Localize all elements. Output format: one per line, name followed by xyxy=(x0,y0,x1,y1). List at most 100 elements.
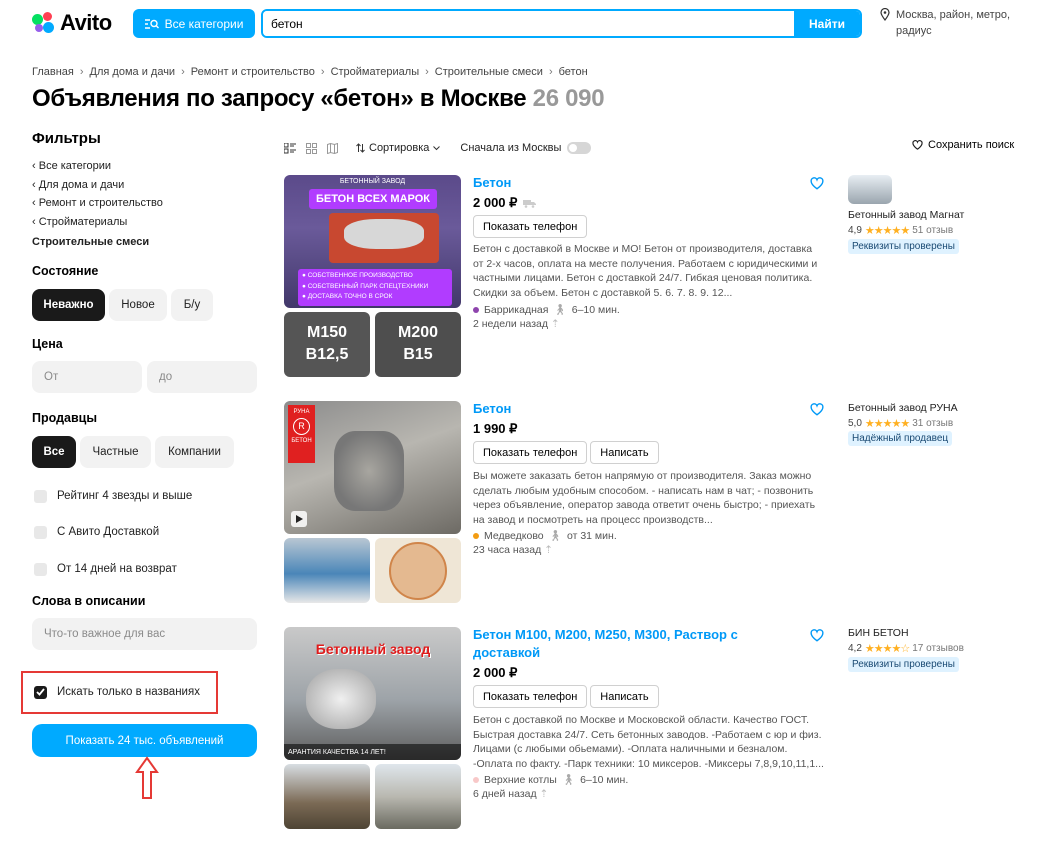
runa-logo: РУНА R БЕТОН xyxy=(288,405,315,463)
category-link-label: Для дома и дачи xyxy=(38,178,125,191)
mixer-drum-shape xyxy=(306,669,376,729)
grid-view-icon[interactable] xyxy=(306,142,317,154)
location-pin-icon xyxy=(880,8,890,21)
results-toolbar: Сортировка Сначала из Москвы xyxy=(284,138,592,158)
show-phone-button[interactable]: Показать телефон xyxy=(473,441,588,464)
listing-price: 1 990 ₽ xyxy=(473,421,518,436)
delivery-filter-checkbox[interactable]: С Авито Доставкой xyxy=(34,523,159,541)
breadcrumb-separator: › xyxy=(320,66,325,78)
category-link[interactable]: ‹ Все категории xyxy=(32,157,258,176)
listing-main-photo[interactable]: Бетонный завод АРАНТИЯ КАЧЕСТВА 14 ЛЕТ! xyxy=(284,627,461,760)
title-only-checkbox[interactable]: Искать только в названиях xyxy=(34,683,200,701)
category-link[interactable]: ‹ Ремонт и строительство xyxy=(32,194,258,213)
breadcrumb-item[interactable]: Для дома и дачи xyxy=(90,66,176,78)
show-phone-button[interactable]: Показать телефон xyxy=(473,685,588,708)
listing-thumb-photo[interactable]: М200 В15 xyxy=(375,312,461,377)
write-message-button[interactable]: Написать xyxy=(590,441,659,464)
sellers-option-private[interactable]: Частные xyxy=(80,436,151,468)
search-bar: Найти xyxy=(261,9,862,38)
photo-caption: АРАНТИЯ КАЧЕСТВА 14 ЛЕТ! xyxy=(284,744,461,760)
breadcrumb-item[interactable]: Ремонт и строительство xyxy=(191,66,315,78)
show-phone-button[interactable]: Показать телефон xyxy=(473,215,588,238)
sellers-option-companies[interactable]: Компании xyxy=(155,436,234,468)
rating-value: 4,2 xyxy=(848,643,862,654)
logo-text: Avito xyxy=(60,10,112,35)
favorite-heart-icon[interactable] xyxy=(810,403,824,416)
listing-thumb-photo[interactable] xyxy=(284,538,370,603)
search-button[interactable]: Найти xyxy=(794,11,860,36)
save-search-button[interactable]: Сохранить поиск xyxy=(912,139,1014,151)
posted-time: 23 часа назад xyxy=(473,544,542,556)
condition-option-used[interactable]: Б/у xyxy=(171,289,213,321)
seller-avatar[interactable] xyxy=(848,175,892,204)
video-play-icon[interactable] xyxy=(291,511,307,527)
listing-title[interactable]: Бетон xyxy=(473,174,511,192)
sort-dropdown[interactable]: Сортировка xyxy=(356,142,441,154)
listing-main-photo[interactable]: РУНА R БЕТОН xyxy=(284,401,461,534)
words-input[interactable]: Что-то важное для вас xyxy=(32,618,257,650)
search-input[interactable] xyxy=(263,11,794,36)
listing-thumb-photo[interactable] xyxy=(375,764,461,829)
listing-title[interactable]: Бетон М100, М200, М250, М300, Раствор с … xyxy=(473,626,773,662)
moscow-first-toggle[interactable] xyxy=(567,142,592,154)
chevron-down-icon xyxy=(433,145,441,150)
seller-badge: Реквизиты проверены xyxy=(848,239,959,254)
breadcrumb-item[interactable]: бетон xyxy=(559,66,588,78)
listing-thumb-photo[interactable] xyxy=(375,538,461,603)
seller-name[interactable]: Бетонный завод Магнат xyxy=(848,209,964,221)
favorite-heart-icon[interactable] xyxy=(810,177,824,190)
listing-thumb-photo[interactable]: М150 В12,5 xyxy=(284,312,370,377)
raise-up-icon: ⇡ xyxy=(550,318,560,330)
seller-name[interactable]: Бетонный завод РУНА xyxy=(848,402,958,414)
photo-headline: Бетонный завод xyxy=(315,641,431,657)
photo-banner: БЕТОН ВСЕХ МАРОК xyxy=(309,189,437,209)
category-link[interactable]: ‹ Для дома и дачи xyxy=(32,176,258,195)
logo-dots-icon xyxy=(32,12,54,34)
photo-grade-text: М200 В15 xyxy=(397,324,439,363)
listing-posted: 6 дней назад ⇡ xyxy=(473,787,548,801)
condition-option-new[interactable]: Новое xyxy=(109,289,167,321)
walk-icon: 🚶︎ xyxy=(548,530,562,542)
category-link[interactable]: ‹ Стройматериалы xyxy=(32,213,258,232)
photo-feature: ● ДОСТАВКА ТОЧНО В СРОК xyxy=(302,293,393,300)
location-selector[interactable]: Москва, район, метро, радиус xyxy=(880,7,1030,39)
rating-filter-checkbox[interactable]: Рейтинг 4 звезды и выше xyxy=(34,487,192,505)
category-link-label: Стройматериалы xyxy=(38,215,128,228)
seller-name[interactable]: БИН БЕТОН xyxy=(848,627,909,639)
metro-line-dot xyxy=(473,777,479,783)
checkbox-box xyxy=(34,562,47,576)
walk-icon: 🚶︎ xyxy=(561,774,576,786)
condition-heading: Состояние xyxy=(32,264,99,278)
return-filter-checkbox[interactable]: От 14 дней на возврат xyxy=(34,560,177,578)
listing-main-photo[interactable]: БЕТОННЫЙ ЗАВОД БЕТОН ВСЕХ МАРОК ● СОБСТВ… xyxy=(284,175,461,308)
listing-thumb-photo[interactable] xyxy=(284,764,370,829)
menu-search-icon xyxy=(144,18,159,29)
list-view-icon[interactable] xyxy=(284,142,296,154)
all-categories-button[interactable]: Все категории xyxy=(133,9,255,38)
breadcrumb-separator: › xyxy=(181,66,185,78)
metro-line-dot xyxy=(473,533,479,539)
condition-option-any[interactable]: Неважно xyxy=(32,289,105,321)
listing-price-value: 2 000 ₽ xyxy=(473,195,518,210)
write-message-button[interactable]: Написать xyxy=(590,685,659,708)
location-text: Москва, район, метро, радиус xyxy=(896,9,1010,37)
map-view-icon[interactable] xyxy=(327,142,338,154)
avito-logo[interactable]: Avito xyxy=(32,10,112,36)
breadcrumb-item[interactable]: Главная xyxy=(32,66,74,78)
condition-segmented: Неважно Новое Б/у xyxy=(32,289,213,321)
favorite-heart-icon[interactable] xyxy=(810,629,824,642)
listing-price: 2 000 ₽ xyxy=(473,195,537,211)
listing-actions: Показать телефон Написать xyxy=(473,685,662,708)
sellers-option-all[interactable]: Все xyxy=(32,436,76,468)
listing-title[interactable]: Бетон xyxy=(473,400,511,418)
breadcrumb-item[interactable]: Строительные смеси xyxy=(435,66,543,78)
checkmark-icon xyxy=(36,688,45,696)
show-results-button[interactable]: Показать 24 тыс. объявлений xyxy=(32,724,257,757)
posted-time: 6 дней назад xyxy=(473,788,537,800)
price-from-input[interactable]: От xyxy=(32,361,142,393)
reviews-count[interactable]: 51 отзыв xyxy=(912,225,953,236)
breadcrumb-item[interactable]: Стройматериалы xyxy=(331,66,420,78)
listing-description: Вы можете заказать бетон напрямую от про… xyxy=(473,470,816,526)
price-to-input[interactable]: до xyxy=(147,361,257,393)
reviews-count[interactable]: 17 отзывов xyxy=(912,643,964,654)
